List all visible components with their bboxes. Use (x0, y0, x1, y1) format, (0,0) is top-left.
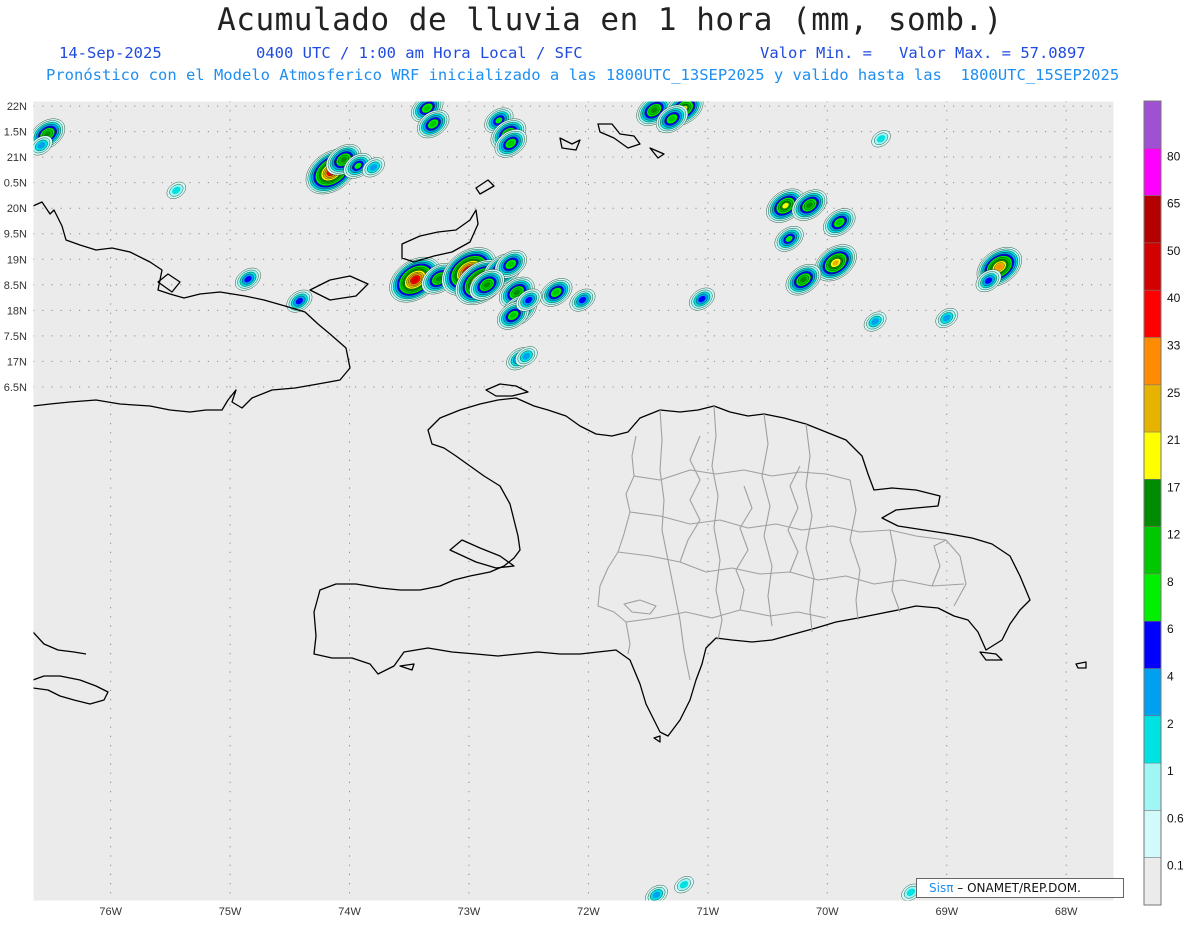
lat-tick-label: 8.5N (4, 280, 27, 292)
colorbar-swatch (1144, 479, 1161, 527)
rainfall-map: 76W 75W 74W 73W 72W 71W 70W 69W 68W 22N 1.5N 21N 0.5… (4, 100, 1184, 918)
lat-tick-label: 1.5N (4, 127, 27, 139)
colorbar-swatch (1144, 337, 1161, 385)
map-plot-area (33, 101, 1114, 901)
lat-tick-label: 7.5N (4, 331, 27, 343)
colorbar-swatch (1144, 715, 1161, 764)
colorbar-swatch (1144, 148, 1161, 196)
lat-tick-label: 19N (7, 254, 27, 266)
lat-tick-label: 0.5N (4, 178, 27, 190)
colorbar-swatch (1144, 763, 1161, 811)
lat-tick-label: 20N (7, 203, 27, 215)
credit-org: – ONAMET/REP.DOM. (957, 881, 1081, 895)
colorbar-label: 17 (1167, 480, 1181, 494)
colorbar-swatch (1144, 573, 1161, 622)
lat-tick-label: 9.5N (4, 229, 27, 241)
colorbar-swatch (1144, 384, 1161, 433)
colorbar-label: 4 (1167, 670, 1174, 684)
colorbar-swatch (1144, 810, 1161, 858)
colorbar-label: 8 (1167, 575, 1174, 589)
colorbar-swatch (1144, 668, 1161, 716)
colorbar-label: 40 (1167, 291, 1181, 305)
lon-tick-label: 75W (219, 906, 242, 918)
colorbar-swatch (1144, 432, 1161, 480)
colorbar-swatch (1144, 242, 1161, 291)
colorbar-swatch (1144, 857, 1161, 905)
colorbar-label: 2 (1167, 717, 1174, 731)
colorbar-swatch (1144, 621, 1161, 669)
sis-logo-text: Sisπ (929, 881, 954, 895)
lat-tick-label: 6.5N (4, 382, 27, 394)
colorbar-label: 1 (1167, 764, 1174, 778)
lon-tick-label: 73W (458, 906, 481, 918)
lon-tick-label: 76W (99, 906, 122, 918)
colorbar-label: 50 (1167, 244, 1181, 258)
colorbar-swatch (1144, 195, 1161, 243)
lat-tick-label: 21N (7, 152, 27, 164)
colorbar-label: 33 (1167, 338, 1181, 352)
lat-tick-label: 18N (7, 305, 27, 317)
colorbar-label: 6 (1167, 622, 1174, 636)
colorbar-swatch (1144, 290, 1161, 338)
lon-tick-label: 72W (577, 906, 600, 918)
colorbar: 0.10.612468121721253340506580 (1143, 100, 1184, 906)
colorbar-swatch (1144, 526, 1161, 574)
colorbar-label: 21 (1167, 433, 1181, 447)
lon-tick-label: 74W (338, 906, 361, 918)
lat-tick-label: 17N (7, 356, 27, 368)
lon-tick-label: 70W (816, 906, 839, 918)
lon-tick-label: 68W (1055, 906, 1078, 918)
colorbar-label: 65 (1167, 197, 1181, 211)
colorbar-swatch (1144, 101, 1161, 149)
colorbar-label: 0.1 (1167, 859, 1184, 873)
colorbar-label: 0.6 (1167, 811, 1184, 825)
credit-box: Sisπ – ONAMET/REP.DOM. (916, 878, 1124, 898)
lon-tick-label: 69W (935, 906, 958, 918)
colorbar-label: 25 (1167, 386, 1181, 400)
lat-tick-label: 22N (7, 101, 27, 113)
colorbar-label: 12 (1167, 528, 1181, 542)
lon-tick-label: 71W (697, 906, 720, 918)
colorbar-label: 80 (1167, 149, 1181, 163)
